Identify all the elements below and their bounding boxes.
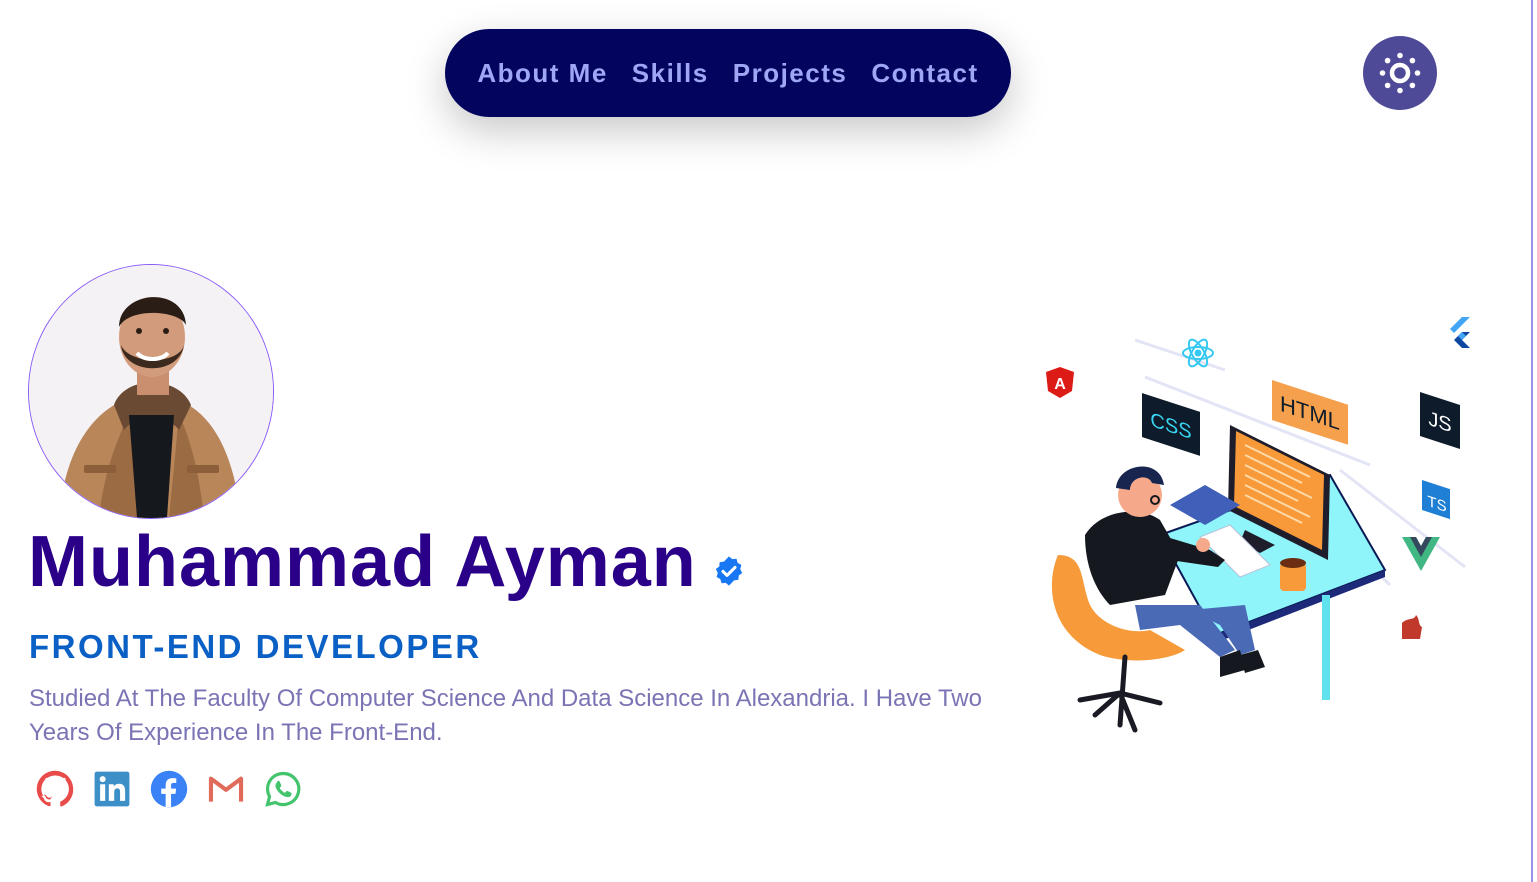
github-icon[interactable] — [36, 770, 74, 808]
main-nav: About Me Skills Projects Contact — [445, 29, 1011, 117]
profile-name: Muhammad Ayman — [28, 522, 697, 602]
avatar — [28, 264, 274, 519]
page: About Me Skills Projects Contact Muhamma… — [0, 0, 1537, 882]
nav-skills[interactable]: Skills — [632, 58, 709, 89]
nav-projects[interactable]: Projects — [733, 58, 848, 89]
sun-icon — [1379, 52, 1421, 94]
gmail-icon[interactable] — [207, 770, 245, 808]
developer-illustration: A CSS HTML JS TS — [1046, 317, 1470, 733]
nav-about-me[interactable]: About Me — [477, 58, 607, 89]
svg-text:A: A — [1054, 376, 1066, 393]
facebook-icon[interactable] — [150, 770, 188, 808]
profile-bio: Studied At The Faculty Of Computer Scien… — [29, 685, 982, 746]
linkedin-icon[interactable] — [93, 770, 131, 808]
whatsapp-icon[interactable] — [264, 770, 302, 808]
profile-role: FRONT-END DEVELOPER — [29, 628, 482, 665]
verified-badge-icon — [715, 556, 742, 586]
social-links — [36, 770, 302, 808]
theme-toggle-button[interactable] — [1363, 36, 1437, 110]
nav-contact[interactable]: Contact — [871, 58, 978, 89]
scrollbar-edge — [1531, 0, 1533, 882]
name-row: Muhammad Ayman — [28, 526, 745, 598]
